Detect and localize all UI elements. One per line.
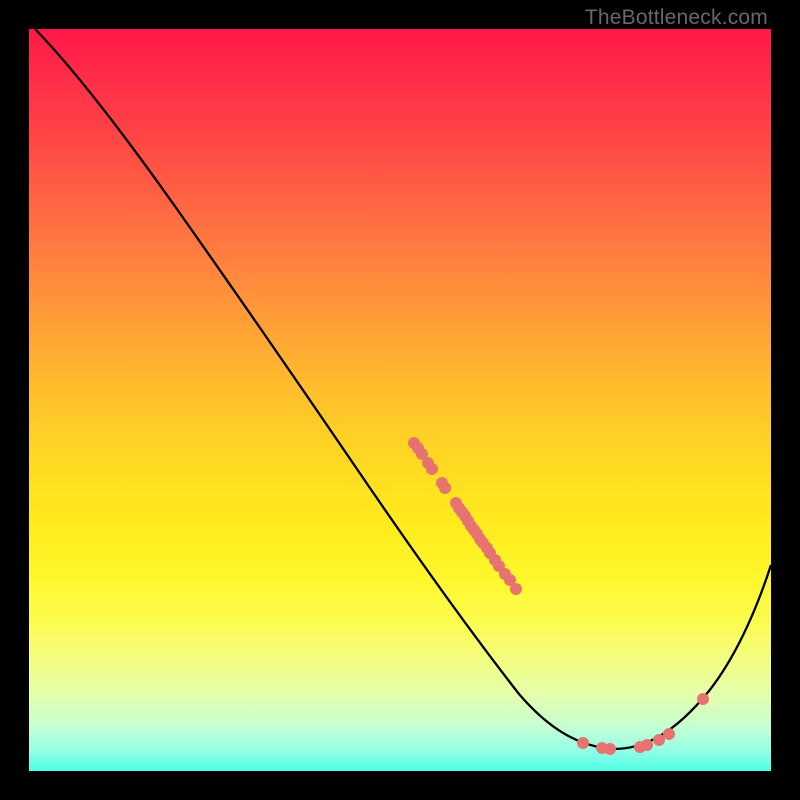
scatter-cluster-bottom bbox=[577, 693, 709, 755]
scatter-cluster-upper bbox=[408, 437, 522, 595]
data-point bbox=[577, 737, 589, 749]
chart-svg bbox=[29, 29, 771, 771]
data-point bbox=[604, 743, 616, 755]
watermark-text: TheBottleneck.com bbox=[585, 6, 768, 30]
data-point bbox=[641, 739, 653, 751]
data-point bbox=[510, 583, 522, 595]
data-point bbox=[653, 734, 665, 746]
bottleneck-curve bbox=[35, 29, 771, 749]
data-point bbox=[697, 693, 709, 705]
data-point bbox=[663, 728, 675, 740]
data-point bbox=[426, 463, 438, 475]
data-point bbox=[439, 482, 451, 494]
